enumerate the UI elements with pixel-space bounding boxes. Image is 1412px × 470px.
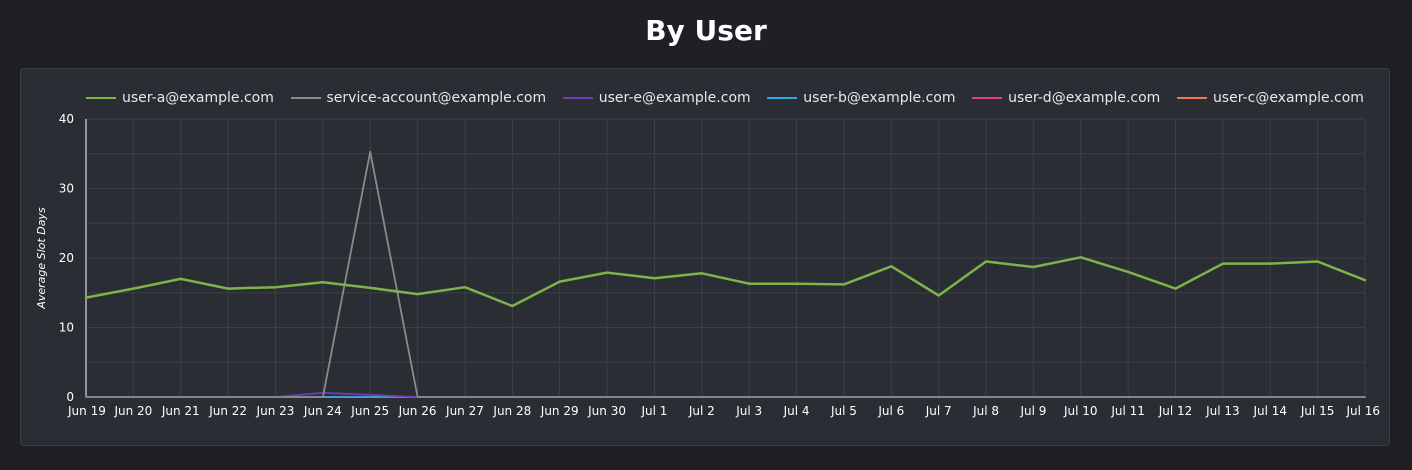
y-tick-label: 20 (59, 251, 74, 265)
x-tick-label: Jun 20 (113, 404, 152, 418)
y-tick-label: 30 (59, 182, 74, 196)
x-tick-label: Jul 5 (830, 404, 857, 418)
x-tick-label: Jul 7 (925, 404, 952, 418)
x-tick-label: Jul 2 (688, 404, 715, 418)
x-tick-label: Jul 6 (877, 404, 904, 418)
x-tick-label: Jun 23 (256, 404, 295, 418)
x-tick-label: Jun 19 (67, 404, 106, 418)
x-tick-label: Jul 4 (783, 404, 810, 418)
x-tick-label: Jul 1 (640, 404, 667, 418)
x-tick-label: Jul 13 (1205, 404, 1240, 418)
x-tick-label: Jun 22 (208, 404, 247, 418)
x-tick-label: Jul 3 (735, 404, 762, 418)
x-tick-label: Jun 25 (350, 404, 389, 418)
x-tick-label: Jul 11 (1110, 404, 1145, 418)
x-tick-label: Jun 29 (540, 404, 579, 418)
x-tick-label: Jul 8 (972, 404, 999, 418)
x-tick-label: Jun 21 (161, 404, 200, 418)
line-chart: 0 10 20 30 40 Jun 19 Jun 20 Jun 21 Jun 22 Jun 23 J… (35, 112, 1380, 418)
y-tick-label: 0 (66, 390, 74, 404)
x-tick-label: Jul 16 (1345, 404, 1380, 418)
y-tick-label: 10 (59, 321, 74, 335)
y-axis-title: Average Slot Days (35, 207, 48, 310)
x-tick-label: Jun 28 (492, 404, 531, 418)
x-tick-label: Jul 9 (1019, 404, 1046, 418)
x-tick-label: Jul 15 (1300, 404, 1335, 418)
x-tick-label: Jun 27 (445, 404, 484, 418)
x-tick-label: Jul 12 (1158, 404, 1193, 418)
y-tick-label: 40 (59, 112, 74, 126)
series-line (84, 256, 1367, 308)
x-tick-label: Jun 24 (303, 404, 342, 418)
x-tick-label: Jul 14 (1252, 404, 1287, 418)
x-tick-label: Jun 30 (587, 404, 626, 418)
x-tick-label: Jul 10 (1063, 404, 1098, 418)
x-tick-label: Jun 26 (398, 404, 437, 418)
